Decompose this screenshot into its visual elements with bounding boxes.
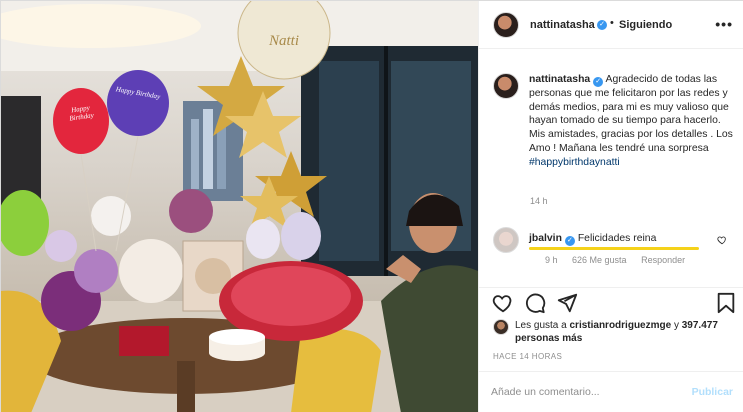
likes-summary: Les gusta a cristianrodriguezmge y 397.4… xyxy=(493,317,733,347)
follow-status-button[interactable]: Siguiendo xyxy=(619,19,672,31)
more-options-icon[interactable]: ••• xyxy=(715,16,733,32)
caption-username[interactable]: nattinatasha xyxy=(529,74,590,85)
post-side-panel: nattinatasha ✓ • Siguiendo ••• nattinata… xyxy=(478,1,743,412)
author-username[interactable]: nattinatasha xyxy=(530,19,595,31)
caption-hashtag[interactable]: #happybirthdaynatti xyxy=(529,157,620,168)
comment-meta: 9 h 626 Me gusta Responder xyxy=(545,255,697,265)
comment-input[interactable] xyxy=(491,381,681,403)
comment-heart-icon[interactable] xyxy=(717,235,727,245)
verified-badge-icon: ✓ xyxy=(564,236,575,246)
liker-avatar[interactable] xyxy=(493,319,509,335)
likes-middle: y xyxy=(671,320,679,331)
share-button[interactable] xyxy=(556,292,578,314)
liker-username[interactable]: cristianrodriguezmge xyxy=(569,320,671,331)
reply-button[interactable]: Responder xyxy=(641,255,685,265)
caption-text: Agradecido de todas las personas que me … xyxy=(529,74,733,154)
post-header: nattinatasha ✓ • Siguiendo ••• xyxy=(479,1,743,49)
comment-item: jbalvin ✓ Felicidades reina 9 h 626 Me gu… xyxy=(493,227,733,267)
comment-time[interactable]: 9 h xyxy=(545,255,558,265)
commenter-username[interactable]: jbalvin xyxy=(529,233,562,244)
yellow-highlight-underline xyxy=(529,247,699,250)
author-avatar[interactable] xyxy=(493,12,519,38)
save-button[interactable] xyxy=(715,292,737,314)
comment-text-block: jbalvin ✓ Felicidades reina xyxy=(529,233,656,246)
likes-text: Les gusta a cristianrodriguezmge y 397.4… xyxy=(515,319,730,345)
heart-icon xyxy=(492,295,512,313)
likes-prefix: Les gusta a xyxy=(515,320,570,331)
bookmark-icon xyxy=(717,292,735,314)
caption-avatar[interactable] xyxy=(493,73,519,99)
verified-badge-icon: ✓ xyxy=(597,20,607,30)
birthday-photo-illustration xyxy=(1,1,478,412)
comment-text: Felicidades reina xyxy=(577,233,657,244)
share-icon xyxy=(557,293,578,313)
like-button[interactable] xyxy=(492,292,514,314)
caption-text-block: nattinatasha ✓ Agradecido de todas las pe… xyxy=(529,73,734,169)
comment-icon xyxy=(526,293,546,314)
post-time-ago[interactable]: HACE 14 HORAS xyxy=(493,352,562,361)
instagram-post: Happy Birthday Happy Birthday Natti natt… xyxy=(0,0,743,412)
header-separator: • xyxy=(610,17,614,29)
publish-button[interactable]: Publicar xyxy=(692,386,733,398)
comments-section: nattinatasha ✓ Agradecido de todas las pe… xyxy=(479,49,743,287)
post-photo[interactable]: Happy Birthday Happy Birthday Natti xyxy=(1,1,478,412)
add-comment-section: Publicar xyxy=(479,371,743,412)
comment-button[interactable] xyxy=(524,292,546,314)
verified-badge-icon: ✓ xyxy=(593,77,604,87)
comment-likes-count[interactable]: 626 Me gusta xyxy=(572,255,627,265)
balloon-text-top: Natti xyxy=(268,33,299,49)
commenter-avatar[interactable] xyxy=(493,227,519,253)
caption-time[interactable]: 14 h xyxy=(530,196,548,206)
